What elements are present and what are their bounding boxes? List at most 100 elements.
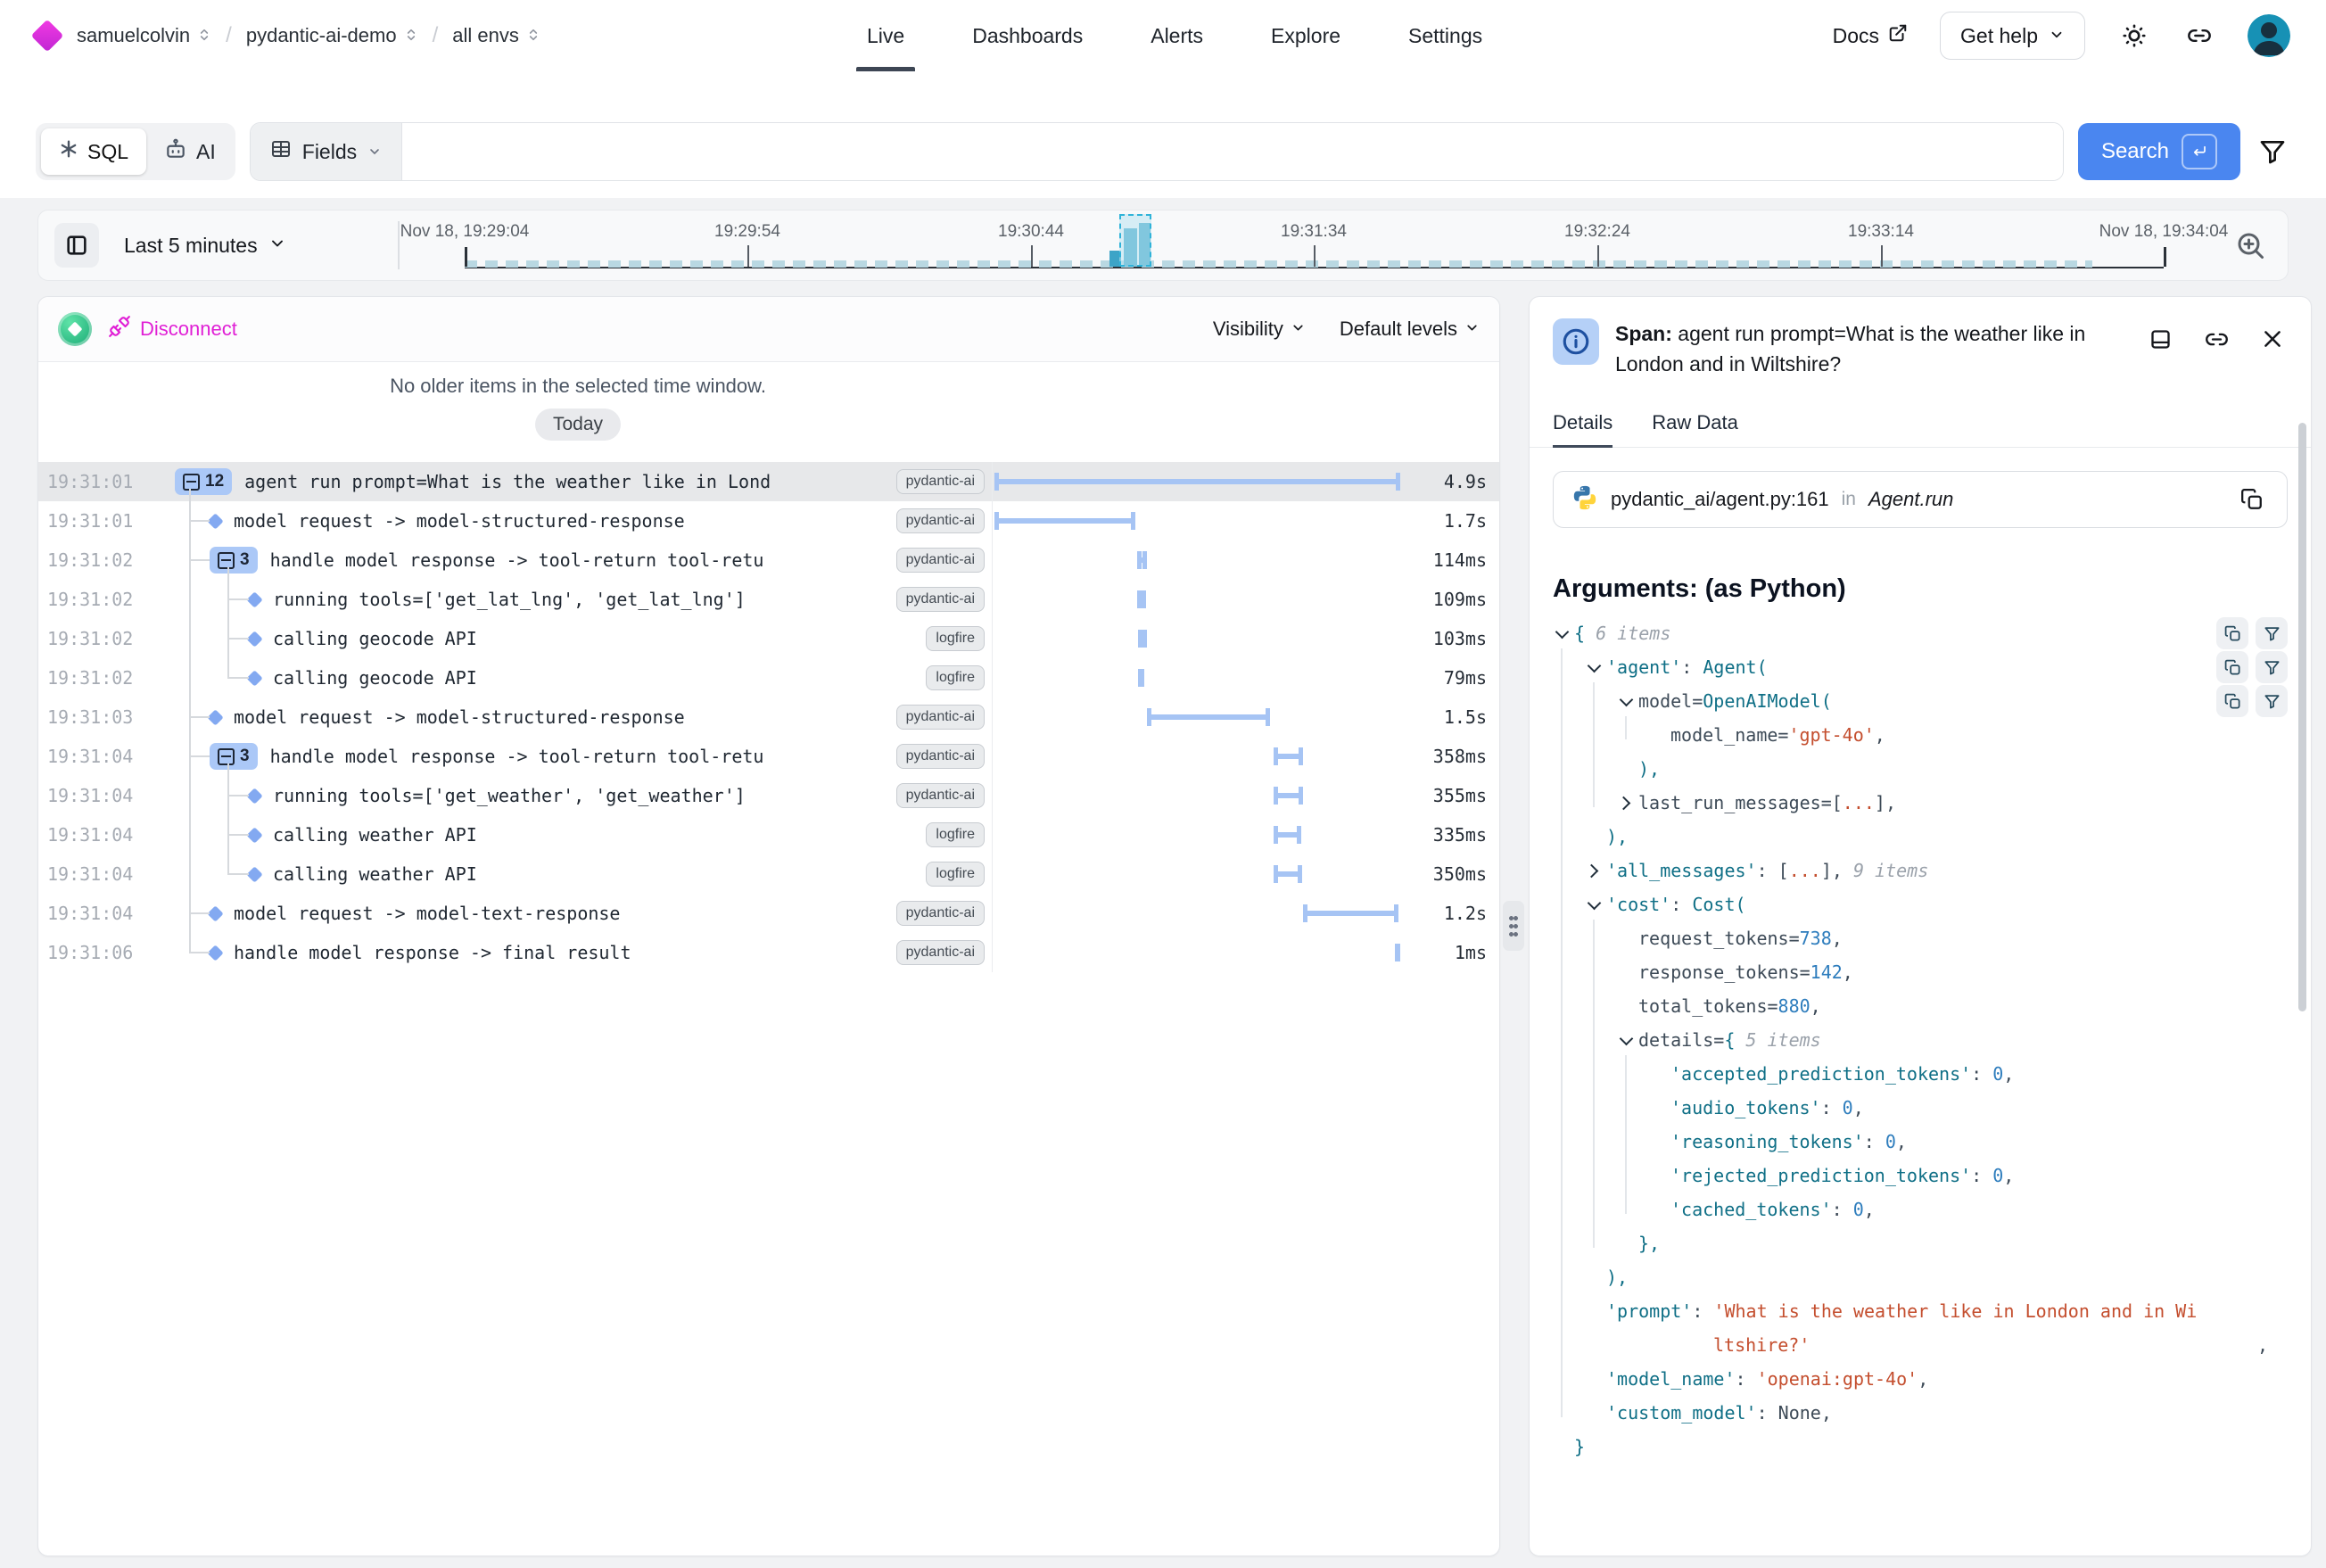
breadcrumb: samuelcolvin/pydantic-ai-demo/all envs xyxy=(36,0,540,71)
filter-icon[interactable] xyxy=(2256,617,2288,649)
span-message: agent run prompt=What is the weather lik… xyxy=(244,471,771,492)
code-token: last_run_messages= xyxy=(1638,792,1832,813)
live-trace-panel: Disconnect Visibility Default levels xyxy=(37,296,1500,1556)
panel-resize-handle[interactable] xyxy=(1503,901,1524,951)
trace-row[interactable]: 19:31:02running tools=['get_lat_lng', 'g… xyxy=(38,580,1499,619)
trace-row[interactable]: 19:31:023handle model response -> tool-r… xyxy=(38,541,1499,580)
trace-row[interactable]: 19:31:02calling geocode APIlogfire79ms xyxy=(38,658,1499,697)
copy-icon[interactable] xyxy=(2216,685,2248,717)
tab-alerts[interactable]: Alerts xyxy=(1151,0,1203,71)
code-token: } xyxy=(1574,1436,1585,1457)
search-button[interactable]: Search xyxy=(2078,123,2240,180)
time-range-selector[interactable]: Last 5 minutes xyxy=(124,210,286,280)
scrollbar-thumb[interactable] xyxy=(2298,423,2306,1011)
trace-row[interactable]: 19:31:04calling weather APIlogfire350ms xyxy=(38,854,1499,894)
timeline-selection[interactable] xyxy=(1119,214,1151,267)
span-duration: 1.5s xyxy=(1405,706,1499,728)
code-line: 'rejected_prediction_tokens': 0, xyxy=(1553,1159,2288,1193)
trace-row[interactable]: 19:31:0112agent run prompt=What is the w… xyxy=(38,462,1499,501)
trace-row[interactable]: 19:31:01model request -> model-structure… xyxy=(38,501,1499,541)
fields-button[interactable]: Fields xyxy=(251,123,402,180)
trace-row[interactable]: 19:31:02calling geocode APIlogfire103ms xyxy=(38,619,1499,658)
tab-raw-data[interactable]: Raw Data xyxy=(1652,411,1738,447)
code-line: 'model_name': 'openai:gpt-4o', xyxy=(1553,1362,2288,1396)
tick-label: 19:29:54 xyxy=(714,222,780,242)
expand-collapse-badge[interactable]: 12 xyxy=(175,468,232,495)
sidebar-toggle-icon[interactable] xyxy=(54,223,99,268)
code-token: 'openai:gpt-4o' xyxy=(1757,1368,1918,1390)
expand-collapse-badge[interactable]: 3 xyxy=(210,743,258,770)
caret-spacer xyxy=(1617,1233,1638,1254)
code-token: 'cached_tokens' xyxy=(1670,1199,1832,1220)
trace-row[interactable]: 19:31:04calling weather APIlogfire335ms xyxy=(38,815,1499,854)
tab-settings[interactable]: Settings xyxy=(1408,0,1482,71)
trace-row[interactable]: 19:31:043handle model response -> tool-r… xyxy=(38,737,1499,776)
tick-label: 19:32:24 xyxy=(1564,222,1630,242)
expander-caret-icon[interactable] xyxy=(1617,1029,1638,1051)
docs-link[interactable]: Docs xyxy=(1833,23,1908,48)
span-diamond-icon xyxy=(246,670,262,686)
unplug-icon xyxy=(108,315,131,343)
dock-panel-icon[interactable] xyxy=(2145,324,2176,355)
copy-icon[interactable] xyxy=(2235,487,2269,512)
copy-icon[interactable] xyxy=(2216,651,2248,683)
expander-caret-icon[interactable] xyxy=(1585,656,1606,678)
trace-row[interactable]: 19:31:04model request -> model-text-resp… xyxy=(38,894,1499,933)
code-token: 6 items xyxy=(1596,623,1670,644)
filter-funnel-icon[interactable] xyxy=(2255,134,2290,169)
copy-icon[interactable] xyxy=(2216,617,2248,649)
code-token: 5 items xyxy=(1745,1029,1820,1051)
code-token: : xyxy=(1681,656,1703,678)
tab-live[interactable]: Live xyxy=(867,0,904,71)
filter-icon[interactable] xyxy=(2256,685,2288,717)
disconnect-button[interactable]: Disconnect xyxy=(108,315,237,343)
code-token: : xyxy=(1971,1165,1992,1186)
expander-caret-icon[interactable] xyxy=(1617,690,1638,712)
ai-mode-button[interactable]: AI xyxy=(150,128,230,175)
expand-collapse-badge[interactable]: 3 xyxy=(210,547,258,574)
visibility-dropdown[interactable]: Visibility xyxy=(1213,318,1306,341)
share-link-icon[interactable] xyxy=(2183,20,2215,52)
asterisk-icon xyxy=(59,139,78,164)
today-button[interactable]: Today xyxy=(535,409,621,441)
code-token: : xyxy=(1736,1368,1757,1390)
breadcrumb-item-all-envs[interactable]: all envs xyxy=(452,24,540,47)
tab-details[interactable]: Details xyxy=(1553,411,1613,447)
tick-mark xyxy=(1881,245,1883,267)
span-message: calling geocode API xyxy=(273,628,477,649)
close-icon[interactable] xyxy=(2257,324,2288,354)
code-token: , xyxy=(1918,1368,1928,1390)
expander-caret-icon[interactable] xyxy=(1585,894,1606,915)
trace-row[interactable]: 19:31:03model request -> model-structure… xyxy=(38,697,1499,737)
expander-caret-icon[interactable] xyxy=(1553,623,1574,644)
code-line-actions xyxy=(2216,651,2288,683)
zoom-in-icon[interactable] xyxy=(2229,228,2272,265)
tab-explore[interactable]: Explore xyxy=(1271,0,1340,71)
default-levels-dropdown[interactable]: Default levels xyxy=(1340,318,1480,341)
search-input[interactable] xyxy=(402,123,2063,180)
code-token: , xyxy=(1875,724,1885,746)
breadcrumb-item-pydantic-ai-demo[interactable]: pydantic-ai-demo xyxy=(246,24,418,47)
tick-label: 19:33:14 xyxy=(1848,222,1914,242)
get-help-button[interactable]: Get help xyxy=(1940,12,2085,60)
logfire-logo-icon[interactable] xyxy=(31,20,64,53)
caret-spacer xyxy=(1692,1334,1713,1356)
theme-toggle-sun-icon[interactable] xyxy=(2117,19,2151,53)
filter-icon[interactable] xyxy=(2256,651,2288,683)
span-message: calling weather API xyxy=(273,824,477,846)
expander-caret-icon[interactable] xyxy=(1617,792,1638,813)
code-token: 738 xyxy=(1800,928,1832,949)
user-avatar[interactable] xyxy=(2248,14,2290,57)
trace-timestamp: 19:31:03 xyxy=(38,706,165,728)
sql-mode-button[interactable]: SQL xyxy=(41,128,146,175)
code-token: 'accepted_prediction_tokens' xyxy=(1670,1063,1971,1085)
trace-row[interactable]: 19:31:06handle model response -> final r… xyxy=(38,933,1499,972)
expander-caret-icon[interactable] xyxy=(1585,860,1606,881)
timeline-axis[interactable]: Nov 18, 19:29:0419:29:5419:30:4419:31:34… xyxy=(465,210,2164,268)
source-location-chip[interactable]: pydantic_ai/agent.py:161 in Agent.run xyxy=(1553,471,2288,528)
tab-dashboards[interactable]: Dashboards xyxy=(972,0,1083,71)
trace-timestamp: 19:31:02 xyxy=(38,589,165,610)
breadcrumb-item-samuelcolvin[interactable]: samuelcolvin xyxy=(77,24,211,47)
copy-link-icon[interactable] xyxy=(2201,324,2232,355)
trace-row[interactable]: 19:31:04running tools=['get_weather', 'g… xyxy=(38,776,1499,815)
